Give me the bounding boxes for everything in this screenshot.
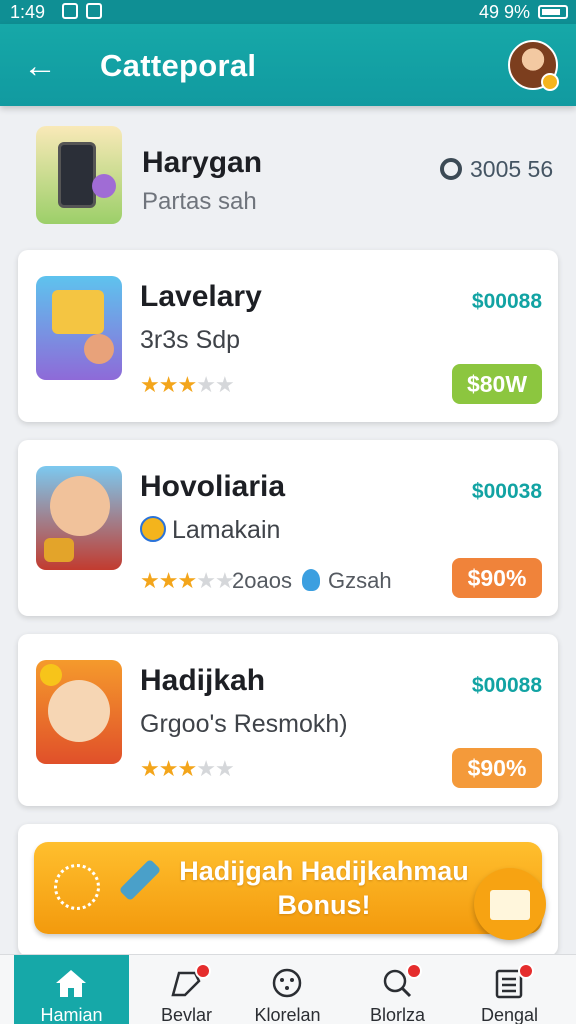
star-filled-icon: ★ (140, 372, 160, 397)
item-subtitle: Grgoo's Resmokh) (140, 710, 348, 738)
nav-label: Bevlar (160, 1005, 213, 1024)
featured-subtitle: Partas sah (142, 188, 257, 215)
box-icon (52, 290, 104, 334)
featured-title: Harygan (142, 146, 263, 179)
bonus-card: Hadijgah Hadijkahmau Bonus! (18, 824, 558, 956)
item-price: $00038 (471, 480, 542, 503)
drop-icon (302, 569, 320, 592)
nav-label: Dengal (480, 1005, 539, 1024)
envelope-icon (490, 890, 530, 920)
star-rating: ★★★★★ (140, 756, 235, 782)
coin-icon (40, 664, 62, 686)
status-time: 1:49 (10, 2, 46, 22)
featured-thumbnail (36, 126, 122, 224)
bonus-line-2: Bonus! (277, 890, 371, 920)
list-item[interactable]: Lavelary 3r3s Sdp $00088 ★★★★★ $80W (18, 250, 558, 422)
star-empty-icon: ★ (196, 568, 216, 593)
character-icon (84, 334, 114, 364)
nav-item-home[interactable]: Hamian (14, 955, 129, 1024)
page-title: Catteporal (100, 48, 257, 83)
list-item[interactable]: Hovoliaria Lamakain $00038 ★★★★★ 2oaos G… (18, 440, 558, 616)
bottom-nav: Hamian Bevlar Klorelan Blorlza Dengal (0, 954, 576, 1024)
star-filled-icon: ★ (158, 568, 179, 593)
avatar[interactable] (508, 40, 559, 91)
item-subtitle-text: Lamakain (172, 516, 281, 544)
notification-icon (86, 3, 102, 19)
item-thumbnail (36, 660, 122, 764)
item-subtitle: Lamakain (140, 516, 280, 545)
nav-label: Klorelan (254, 1005, 321, 1024)
star-filled-icon: ★ (177, 568, 197, 593)
back-button[interactable]: ← (18, 44, 62, 88)
discount-button[interactable]: $90% (452, 748, 542, 788)
bonus-text: Hadijgah Hadijkahmau Bonus! (154, 854, 494, 922)
item-subtitle: 3r3s Sdp (140, 326, 241, 354)
smiley-icon (272, 968, 302, 998)
item-stat-likes: Gzsah (302, 568, 392, 594)
status-bar: 1:49 49 9% (0, 0, 576, 24)
nav-label: Hamian (40, 1005, 103, 1024)
star-filled-icon: ★ (158, 756, 179, 781)
star-empty-icon: ★ (214, 756, 235, 781)
star-rating: ★★★★★ (140, 568, 235, 594)
bonus-banner[interactable]: Hadijgah Hadijkahmau Bonus! (34, 842, 542, 934)
sparkle-icon (54, 864, 100, 910)
star-filled-icon: ★ (177, 372, 197, 397)
nav-item-search[interactable]: Blorlza (340, 955, 455, 1024)
notification-badge (518, 963, 534, 979)
star-filled-icon: ★ (140, 568, 160, 593)
nav-item-tag[interactable]: Bevlar (129, 955, 244, 1024)
character-icon (48, 680, 110, 742)
arrow-left-icon: ← (23, 47, 57, 85)
nav-label: Blorlza (369, 1005, 426, 1024)
star-filled-icon: ★ (177, 756, 197, 781)
item-price: $00088 (471, 674, 542, 697)
featured-stat: 3005 56 (470, 156, 554, 182)
coin-icon (541, 73, 559, 91)
item-title: Lavelary (140, 280, 262, 313)
item-thumbnail (36, 276, 122, 380)
screenshot-icon (62, 3, 78, 19)
item-title: Hovoliaria (140, 470, 286, 503)
verified-icon (140, 516, 166, 543)
discount-button[interactable]: $90% (452, 558, 542, 598)
star-empty-icon: ★ (196, 756, 216, 781)
star-empty-icon: ★ (214, 568, 235, 593)
battery-icon (538, 5, 568, 19)
character-icon (92, 174, 116, 198)
star-filled-icon: ★ (158, 372, 179, 397)
star-empty-icon: ★ (214, 372, 235, 397)
featured-header[interactable]: Harygan Partas sah 3005 56 (22, 112, 566, 242)
nav-item-list[interactable]: Dengal (452, 955, 567, 1024)
item-stat-likes-text: Gzsah (328, 568, 392, 593)
character-icon (50, 476, 110, 536)
star-empty-icon: ★ (196, 372, 216, 397)
mail-button[interactable] (474, 868, 546, 940)
item-title: Hadijkah (140, 664, 266, 697)
notification-badge (195, 963, 211, 979)
user-icon (440, 158, 462, 180)
star-rating: ★★★★★ (140, 372, 235, 398)
item-thumbnail (36, 466, 122, 570)
app-bar: ← Catteporal (0, 24, 576, 106)
home-icon (56, 970, 86, 997)
item-stat-views: 2oaos (232, 568, 292, 593)
item-price: $00088 (471, 290, 542, 313)
nav-item-smiley[interactable]: Klorelan (230, 955, 345, 1024)
discount-button[interactable]: $80W (452, 364, 542, 404)
star-filled-icon: ★ (140, 756, 160, 781)
notification-badge (406, 963, 422, 979)
bonus-line-1: Hadijgah Hadijkahmau (179, 856, 469, 886)
battery-percent: 49 9% (478, 2, 530, 22)
list-item[interactable]: Hadijkah Grgoo's Resmokh) $00088 ★★★★★ $… (18, 634, 558, 806)
phone-icon (58, 142, 96, 208)
trophy-icon (44, 538, 74, 562)
